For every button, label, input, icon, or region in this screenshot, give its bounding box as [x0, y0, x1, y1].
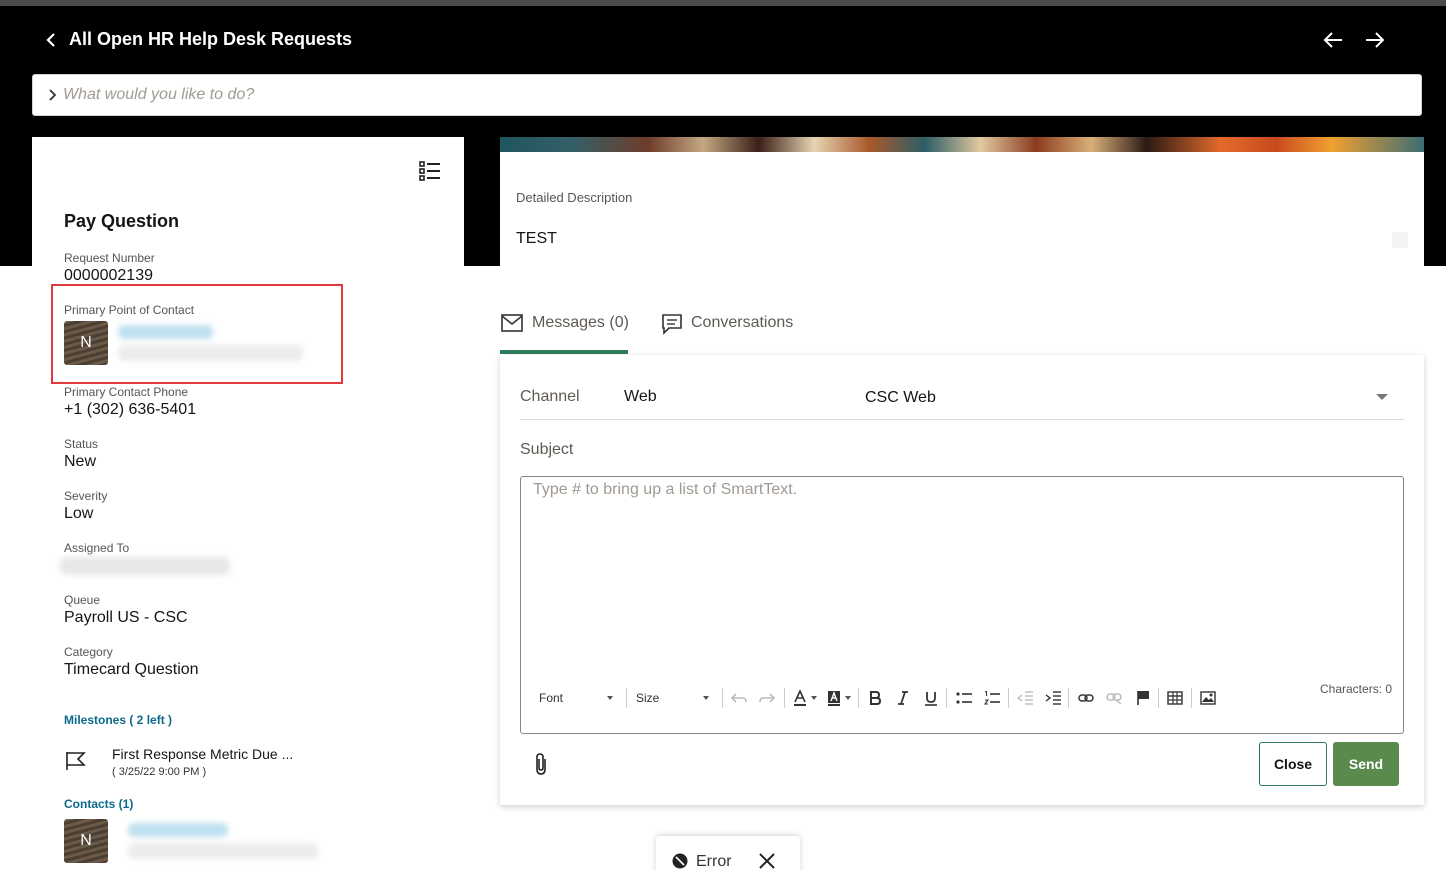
toast-message: Error — [696, 853, 732, 870]
contact-list-name-redacted[interactable] — [128, 823, 228, 837]
numbered-list-icon[interactable] — [982, 688, 1002, 708]
bold-icon[interactable] — [866, 688, 884, 708]
toolbar-separator — [784, 688, 785, 708]
character-count: Characters: 0 — [1320, 682, 1393, 696]
redo-icon[interactable] — [758, 688, 776, 708]
close-button[interactable]: Close — [1259, 742, 1327, 786]
flag-icon[interactable] — [1134, 688, 1152, 708]
decorative-banner — [500, 137, 1424, 152]
error-toast: Error — [656, 836, 800, 870]
caret-down-icon — [607, 696, 614, 700]
toolbar-separator — [946, 688, 947, 708]
category-label: Category — [64, 645, 113, 659]
flag-icon — [64, 750, 88, 772]
request-title: Pay Question — [64, 211, 180, 231]
toolbar-separator — [1068, 688, 1069, 708]
link-icon[interactable] — [1076, 688, 1096, 708]
page-title: All Open HR Help Desk Requests — [69, 29, 353, 49]
severity-label: Severity — [64, 489, 108, 503]
contact-phone[interactable]: +1 (302) 636-5401 — [64, 401, 196, 419]
back-chevron-icon[interactable] — [42, 30, 62, 50]
outdent-icon[interactable] — [1016, 688, 1034, 708]
search-bar[interactable] — [32, 74, 1422, 116]
assigned-to-redacted — [60, 557, 230, 575]
description-card — [500, 152, 1424, 270]
chevron-right-icon — [45, 88, 59, 102]
milestone-date: ( 3/25/22 9:00 PM ) — [112, 766, 207, 778]
previous-arrow-icon[interactable] — [1322, 28, 1346, 52]
toolbar-separator — [1191, 688, 1192, 708]
contact-list-email-redacted — [128, 843, 318, 859]
toolbar-separator — [722, 688, 723, 708]
channel-label: Channel — [520, 388, 580, 405]
phone-label: Primary Contact Phone — [64, 385, 189, 399]
undo-icon[interactable] — [730, 688, 748, 708]
tab-conversations[interactable]: Conversations — [660, 306, 800, 354]
font-select[interactable]: Font — [539, 688, 619, 708]
send-button[interactable]: Send — [1333, 742, 1399, 786]
category-value: Timecard Question — [64, 661, 199, 678]
unlink-icon[interactable] — [1104, 688, 1124, 708]
channel-value: Web — [624, 388, 657, 405]
divider — [520, 419, 1404, 420]
size-select[interactable]: Size — [636, 688, 716, 708]
request-number-label: Request Number — [64, 251, 155, 265]
text-color-icon[interactable] — [792, 688, 818, 708]
contacts-link[interactable]: Contacts (1) — [64, 797, 133, 811]
status-value: New — [64, 453, 97, 470]
contact-avatar[interactable]: N — [64, 819, 108, 863]
bulleted-list-icon[interactable] — [954, 688, 974, 708]
next-arrow-icon[interactable] — [1362, 28, 1386, 52]
toolbar-separator — [626, 688, 627, 708]
tab-messages-label: Messages (0) — [532, 314, 629, 331]
milestones-link[interactable]: Milestones ( 2 left ) — [64, 713, 172, 727]
toolbar-separator — [1008, 688, 1009, 708]
highlight-color-icon[interactable] — [826, 688, 852, 708]
editor-placeholder: Type # to bring up a list of SmartText. — [533, 481, 798, 498]
tab-messages[interactable]: Messages (0) — [500, 306, 629, 354]
caret-down-icon — [703, 696, 710, 700]
search-input[interactable] — [63, 83, 1403, 107]
indent-icon[interactable] — [1044, 688, 1062, 708]
table-icon[interactable] — [1166, 688, 1184, 708]
highlight-box — [51, 284, 343, 384]
expand-handle[interactable] — [1392, 232, 1408, 248]
envelope-icon — [500, 313, 524, 337]
chevron-down-icon[interactable] — [1376, 394, 1388, 400]
status-label: Status — [64, 437, 99, 451]
toolbar-separator — [858, 688, 859, 708]
underline-icon[interactable] — [922, 688, 940, 708]
request-number: 0000002139 — [64, 267, 153, 284]
assigned-to-label: Assigned To — [64, 541, 130, 555]
tab-conversations-label: Conversations — [691, 314, 794, 331]
severity-value: Low — [64, 505, 94, 522]
toolbar-separator — [1158, 688, 1159, 708]
size-select-label: Size — [636, 691, 660, 705]
paperclip-icon[interactable] — [531, 752, 551, 776]
description-value: TEST — [516, 230, 557, 247]
subject-label: Subject — [520, 441, 574, 458]
description-label: Detailed Description — [516, 190, 633, 205]
channel-select[interactable]: CSC Web — [865, 389, 1395, 411]
italic-icon[interactable] — [894, 688, 912, 708]
chat-icon — [660, 313, 684, 337]
queue-label: Queue — [64, 593, 101, 607]
active-tab-indicator — [500, 350, 628, 354]
milestone-name[interactable]: First Response Metric Due ... — [112, 746, 293, 762]
font-select-label: Font — [539, 691, 564, 705]
queue-value: Payroll US - CSC — [64, 609, 188, 626]
image-icon[interactable] — [1199, 688, 1217, 708]
close-icon[interactable] — [758, 852, 776, 870]
details-list-icon[interactable] — [418, 160, 442, 182]
error-icon — [672, 853, 688, 869]
